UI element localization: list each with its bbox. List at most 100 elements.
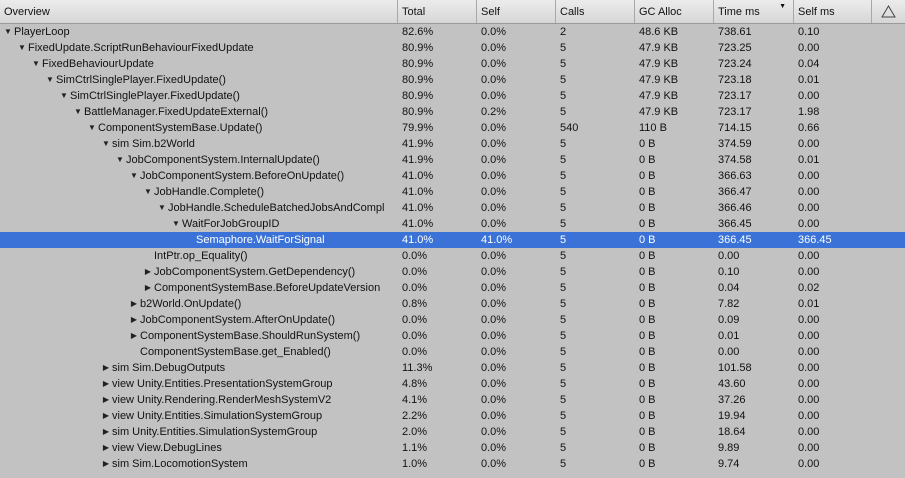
table-row[interactable]: ▶ view Unity.Rendering.RenderMeshSystemV2… bbox=[0, 392, 905, 408]
calls-cell: 5 bbox=[560, 58, 567, 70]
total-cell: 41.9% bbox=[402, 154, 434, 166]
total-cell: 0.8% bbox=[402, 298, 428, 310]
column-header-overview[interactable]: Overview bbox=[0, 0, 398, 23]
table-row[interactable]: ▶ ComponentSystemBase.BeforeUpdateVersion… bbox=[0, 280, 905, 296]
calls-cell: 540 bbox=[560, 122, 579, 134]
total-cell: 1.1% bbox=[402, 442, 428, 454]
calls-cell: 5 bbox=[560, 138, 567, 150]
self-cell: 0.0% bbox=[481, 170, 507, 182]
triangle-down-icon[interactable]: ▼ bbox=[30, 56, 42, 72]
triangle-right-icon[interactable]: ▶ bbox=[100, 392, 112, 408]
triangle-right-icon[interactable]: ▶ bbox=[100, 408, 112, 424]
table-row[interactable]: ▶ ComponentSystemBase.ShouldRunSystem() 0.… bbox=[0, 328, 905, 344]
function-name: sim Sim.DebugOutputs bbox=[112, 362, 226, 374]
profiler-rows[interactable]: ▼ PlayerLoop 82.6% 0.0% 2 48.6 KB 738.61 0.10 ▼ F… bbox=[0, 24, 905, 478]
triangle-down-icon[interactable]: ▼ bbox=[72, 104, 84, 120]
time-ms-cell: 0.00 bbox=[718, 346, 740, 358]
table-row[interactable]: IntPtr.op_Equality() 0.0% 0.0% 5 0 B 0.00 0.00 bbox=[0, 248, 905, 264]
triangle-right-icon[interactable]: ▶ bbox=[142, 264, 154, 280]
triangle-right-icon[interactable]: ▶ bbox=[128, 312, 140, 328]
triangle-down-icon[interactable]: ▼ bbox=[16, 40, 28, 56]
triangle-down-icon[interactable]: ▼ bbox=[100, 136, 112, 152]
table-row[interactable]: ▼ JobHandle.ScheduleBatchedJobsAndCompl 41… bbox=[0, 200, 905, 216]
overview-cell: ▼ PlayerLoop bbox=[0, 24, 398, 40]
column-header-gc-alloc[interactable]: GC Alloc bbox=[635, 0, 714, 23]
calls-cell: 5 bbox=[560, 234, 567, 246]
table-row[interactable]: ▼ sim Sim.b2World 41.9% 0.0% 5 0 B 374.59 0.00 bbox=[0, 136, 905, 152]
column-header-total[interactable]: Total bbox=[398, 0, 477, 23]
table-row[interactable]: ▼ WaitForJobGroupID 41.0% 0.0% 5 0 B 366.45 0.0… bbox=[0, 216, 905, 232]
triangle-down-icon[interactable]: ▼ bbox=[128, 168, 140, 184]
table-row[interactable]: ▶ view View.DebugLines 1.1% 0.0% 5 0 B 9.89 0.0… bbox=[0, 440, 905, 456]
column-header-calls[interactable]: Calls bbox=[556, 0, 635, 23]
triangle-down-icon[interactable]: ▼ bbox=[170, 216, 182, 232]
time-ms-cell: 366.46 bbox=[718, 202, 752, 214]
triangle-right-icon[interactable]: ▶ bbox=[100, 456, 112, 472]
function-name: view Unity.Rendering.RenderMeshSystemV2 bbox=[112, 394, 332, 406]
triangle-down-icon[interactable]: ▼ bbox=[142, 184, 154, 200]
gc-alloc-cell: 110 B bbox=[639, 122, 667, 134]
triangle-right-icon[interactable]: ▶ bbox=[100, 376, 112, 392]
calls-cell: 5 bbox=[560, 442, 567, 454]
triangle-down-icon[interactable]: ▼ bbox=[114, 152, 126, 168]
table-row[interactable]: ▶ sim Unity.Entities.SimulationSystemGrou… bbox=[0, 424, 905, 440]
calls-cell: 2 bbox=[560, 26, 567, 38]
triangle-right-icon[interactable]: ▶ bbox=[100, 440, 112, 456]
time-ms-cell: 723.24 bbox=[718, 58, 752, 70]
table-row[interactable]: ▼ JobComponentSystem.BeforeOnUpdate() 41.0… bbox=[0, 168, 905, 184]
triangle-right-icon[interactable]: ▶ bbox=[100, 360, 112, 376]
function-name: JobComponentSystem.AfterOnUpdate() bbox=[140, 314, 336, 326]
total-cell: 11.3% bbox=[402, 362, 433, 374]
triangle-down-icon[interactable]: ▼ bbox=[156, 200, 168, 216]
gc-alloc-cell: 0 B bbox=[639, 282, 656, 294]
overview-cell: ▼ JobHandle.ScheduleBatchedJobsAndCompl bbox=[0, 200, 398, 216]
total-cell: 80.9% bbox=[402, 58, 434, 70]
self-ms-cell: 0.00 bbox=[798, 442, 820, 454]
table-row[interactable]: ▶ JobComponentSystem.GetDependency() 0.0% 0… bbox=[0, 264, 905, 280]
triangle-right-icon[interactable]: ▶ bbox=[100, 424, 112, 440]
gc-alloc-cell: 0 B bbox=[639, 394, 656, 406]
calls-cell: 5 bbox=[560, 186, 567, 198]
table-row[interactable]: ▼ FixedBehaviourUpdate 80.9% 0.0% 5 47.9 KB 72… bbox=[0, 56, 905, 72]
table-row[interactable]: ▶ b2World.OnUpdate() 0.8% 0.0% 5 0 B 7.82 0.01 bbox=[0, 296, 905, 312]
table-row[interactable]: ▶ sim Sim.DebugOutputs 11.3% 0.0% 5 0 B 101.58… bbox=[0, 360, 905, 376]
table-row[interactable]: ▶ sim Sim.LocomotionSystem 1.0% 0.0% 5 0 B 9.7… bbox=[0, 456, 905, 472]
table-row[interactable]: ▼ ComponentSystemBase.Update() 79.9% 0.0% 54… bbox=[0, 120, 905, 136]
triangle-down-icon[interactable]: ▼ bbox=[58, 88, 70, 104]
self-cell: 0.0% bbox=[481, 426, 507, 438]
column-header-warnings[interactable] bbox=[872, 0, 905, 23]
table-row[interactable]: ▼ FixedUpdate.ScriptRunBehaviourFixedUpda… bbox=[0, 40, 905, 56]
overview-cell: ▼ ComponentSystemBase.Update() bbox=[0, 120, 398, 136]
table-row[interactable]: ▼ PlayerLoop 82.6% 0.0% 2 48.6 KB 738.61 0.10 bbox=[0, 24, 905, 40]
gc-alloc-cell: 0 B bbox=[639, 298, 656, 310]
table-row[interactable]: ▼ JobHandle.Complete() 41.0% 0.0% 5 0 B 366.47… bbox=[0, 184, 905, 200]
triangle-right-icon[interactable]: ▶ bbox=[142, 280, 154, 296]
calls-cell: 5 bbox=[560, 410, 567, 422]
column-header-label: Total bbox=[402, 5, 426, 18]
function-name: b2World.OnUpdate() bbox=[140, 298, 242, 310]
table-row[interactable]: ▼ JobComponentSystem.InternalUpdate() 41.9… bbox=[0, 152, 905, 168]
table-row[interactable]: ComponentSystemBase.get_Enabled() 0.0% 0.0… bbox=[0, 344, 905, 360]
table-row[interactable]: ▶ view Unity.Entities.PresentationSystemG… bbox=[0, 376, 905, 392]
function-name: JobHandle.ScheduleBatchedJobsAndCompl bbox=[168, 202, 385, 214]
triangle-down-icon[interactable]: ▼ bbox=[2, 24, 14, 40]
table-row[interactable]: ▶ view Unity.Entities.SimulationSystemGro… bbox=[0, 408, 905, 424]
triangle-down-icon[interactable]: ▼ bbox=[44, 72, 56, 88]
self-ms-cell: 0.04 bbox=[798, 58, 820, 70]
triangle-right-icon[interactable]: ▶ bbox=[128, 328, 140, 344]
time-ms-cell: 0.04 bbox=[718, 282, 740, 294]
column-header-time-ms[interactable]: Time ms ▼ bbox=[714, 0, 794, 23]
table-row[interactable]: ▼ BattleManager.FixedUpdateExternal() 80.9… bbox=[0, 104, 905, 120]
column-header-label: Time ms bbox=[718, 5, 760, 18]
column-header-self[interactable]: Self bbox=[477, 0, 556, 23]
table-row[interactable]: ▶ JobComponentSystem.AfterOnUpdate() 0.0% 0… bbox=[0, 312, 905, 328]
total-cell: 2.2% bbox=[402, 410, 428, 422]
table-row[interactable]: ▼ SimCtrlSinglePlayer.FixedUpdate() 80.9% 0… bbox=[0, 72, 905, 88]
table-row[interactable]: ▼ SimCtrlSinglePlayer.FixedUpdate() 80.9% 0… bbox=[0, 88, 905, 104]
time-ms-cell: 723.17 bbox=[718, 106, 752, 118]
total-cell: 0.0% bbox=[402, 346, 428, 358]
table-row[interactable]: Semaphore.WaitForSignal 41.0% 41.0% 5 0 B 366… bbox=[0, 232, 905, 248]
triangle-down-icon[interactable]: ▼ bbox=[86, 120, 98, 136]
column-header-self-ms[interactable]: Self ms bbox=[794, 0, 872, 23]
triangle-right-icon[interactable]: ▶ bbox=[128, 296, 140, 312]
